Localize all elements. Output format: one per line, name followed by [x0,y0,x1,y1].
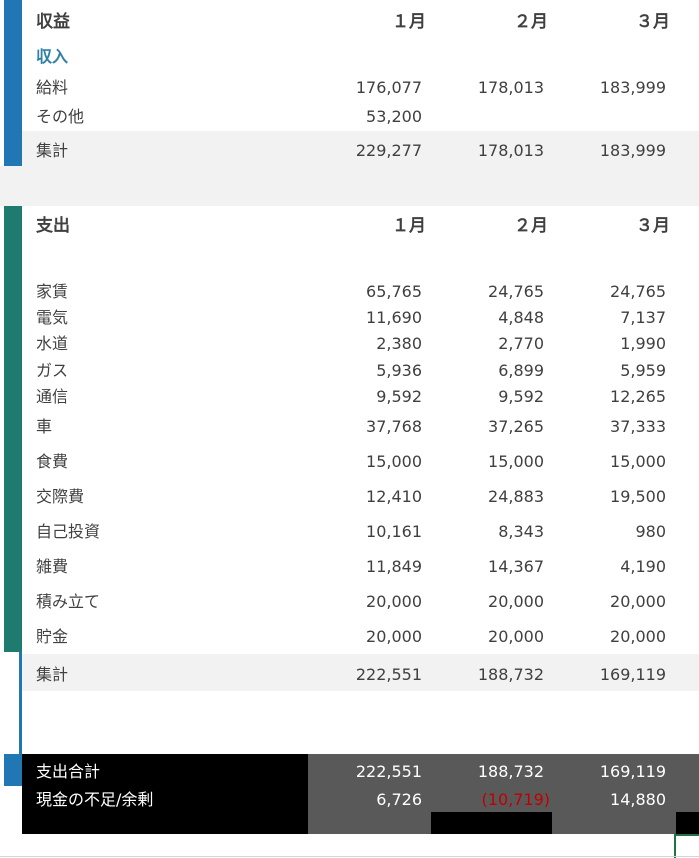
selected-cell-border[interactable] [674,834,699,858]
cell-value[interactable]: 188,732 [434,665,544,685]
cell-value[interactable]: 15,000 [434,452,544,472]
row-label: 交際費 [36,487,85,506]
cell-value[interactable]: 6,726 [312,790,422,810]
negative-cell-value[interactable]: (10,719) [440,790,550,810]
cell-value[interactable]: 9,592 [434,387,544,407]
cell-value[interactable]: 11,690 [312,308,422,328]
cell-value[interactable]: 222,551 [312,762,422,782]
summary-accent-bar [4,754,22,786]
cell-value[interactable]: 20,000 [556,627,666,647]
cell-value[interactable]: 20,000 [434,592,544,612]
row-label: 集計 [36,665,69,684]
cell-value[interactable]: 6,899 [434,361,544,381]
cell-value[interactable]: 53,200 [312,107,422,127]
row-label: 貯金 [36,627,69,646]
expense-month-1: １月 [392,216,426,236]
row-label: 集計 [36,141,69,160]
row-label: 家賃 [36,282,69,301]
row-label: 積み立て [36,592,101,611]
cell-value[interactable]: 8,343 [434,522,544,542]
cell-value[interactable]: 222,551 [312,665,422,685]
cell-value[interactable]: 14,367 [434,557,544,577]
income-month-3: ３月 [636,12,670,32]
cell-value[interactable]: 4,190 [556,557,666,577]
cell-value[interactable]: 169,119 [556,665,666,685]
cell-value[interactable]: 2,770 [434,334,544,354]
cell-value[interactable]: 229,277 [312,141,422,161]
cell-value[interactable]: 5,959 [556,361,666,381]
income-accent-bar [4,0,22,166]
expense-month-3: ３月 [636,216,670,236]
cell-value[interactable]: 65,765 [312,282,422,302]
cell-value[interactable]: 5,936 [312,361,422,381]
cell-value[interactable]: 24,765 [556,282,666,302]
cell-value[interactable]: 20,000 [434,627,544,647]
cell-value[interactable]: 15,000 [312,452,422,472]
cell-value[interactable]: 37,333 [556,417,666,437]
row-label: 雑費 [36,557,69,576]
row-label: 支出合計 [36,762,101,781]
cell-value[interactable]: 1,990 [556,334,666,354]
income-month-1: １月 [392,12,426,32]
row-label: 自己投資 [36,522,101,541]
cell-value[interactable]: 24,765 [434,282,544,302]
cell-value[interactable]: 9,592 [312,387,422,407]
summary-dark-cell [431,812,552,834]
income-month-2: ２月 [514,12,548,32]
row-label: 車 [36,417,53,436]
cell-value[interactable]: 20,000 [312,592,422,612]
summary-dark-cell [676,812,699,834]
cell-value[interactable]: 11,849 [312,557,422,577]
cell-value[interactable]: 14,880 [556,790,666,810]
cell-value[interactable]: 12,265 [556,387,666,407]
expense-accent-bar [4,206,22,652]
cell-value[interactable]: 176,077 [312,78,422,98]
row-label: ガス [36,361,69,380]
cell-value[interactable]: 15,000 [556,452,666,472]
row-label: 電気 [36,308,69,327]
cell-value[interactable]: 10,161 [312,522,422,542]
income-subheader: 収入 [36,47,69,66]
row-label: 現金の不足/余剰 [36,790,154,809]
cell-value[interactable]: 183,999 [556,78,666,98]
row-label: 水道 [36,334,69,353]
cell-value[interactable]: 4,848 [434,308,544,328]
cell-value[interactable]: 183,999 [556,141,666,161]
cell-value[interactable]: 20,000 [312,627,422,647]
cell-value[interactable]: 37,265 [434,417,544,437]
sheet-gridline [0,856,699,857]
expense-title: 支出 [36,216,70,236]
row-label: 食費 [36,452,69,471]
cell-value[interactable]: 37,768 [312,417,422,437]
cell-value[interactable]: 20,000 [556,592,666,612]
row-label: 給料 [36,78,69,97]
cell-value[interactable]: 178,013 [434,78,544,98]
cell-value[interactable]: 7,137 [556,308,666,328]
cell-value[interactable]: 980 [556,522,666,542]
cell-value[interactable]: 19,500 [556,487,666,507]
row-label: その他 [36,107,85,126]
expense-month-2: ２月 [514,216,548,236]
cell-value[interactable]: 178,013 [434,141,544,161]
cell-value[interactable]: 12,410 [312,487,422,507]
row-label: 通信 [36,387,69,406]
cell-value[interactable]: 169,119 [556,762,666,782]
income-title: 収益 [36,12,70,32]
cell-value[interactable]: 188,732 [434,762,544,782]
section-gap [0,166,699,206]
cell-value[interactable]: 24,883 [434,487,544,507]
cell-value[interactable]: 2,380 [312,334,422,354]
